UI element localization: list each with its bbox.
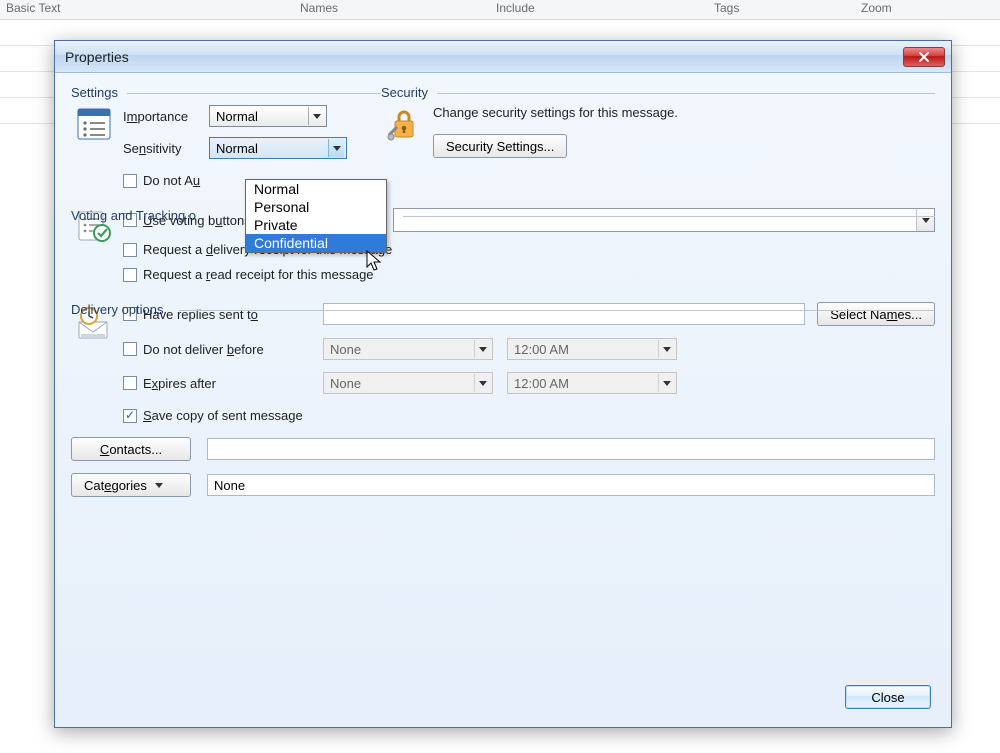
contacts-input[interactable] [207,438,935,460]
chevron-down-icon [658,340,674,358]
not-before-date-combo[interactable]: None [323,338,493,360]
replies-label: Have replies sent to [143,307,323,322]
not-before-checkbox[interactable] [123,342,137,356]
security-group-label: Security [381,85,432,100]
chevron-down-icon [155,483,163,488]
chevron-down-icon [328,139,344,157]
autoarchive-checkbox[interactable] [123,174,137,188]
window-close-button[interactable] [903,47,945,67]
delivery-group-label: Delivery options [71,302,168,317]
chevron-down-icon [474,374,490,392]
ribbon-label-names: Names [300,1,338,15]
not-before-time-combo[interactable]: 12:00 AM [507,338,677,360]
importance-label: Importance [123,109,209,124]
properties-dialog: Properties Settings [54,40,952,728]
sensitivity-option-personal[interactable]: Personal [246,198,386,216]
security-settings-button[interactable]: Security Settings... [433,134,567,158]
security-description: Change security settings for this messag… [433,105,935,120]
ribbon-group-labels: Basic Text Names Include Tags Zoom [0,0,1000,20]
close-icon [918,51,930,63]
save-copy-label: Save copy of sent message [143,408,303,423]
sensitivity-label: Sensitivity [123,141,209,156]
expires-label: Expires after [143,376,323,391]
read-receipt-label: Request a read receipt for this message [143,267,374,282]
autoarchive-label: Do not Au [143,173,200,188]
select-names-button[interactable]: Select Names... [817,302,935,326]
contacts-button[interactable]: Contacts... [71,437,191,461]
categories-input[interactable]: None [207,474,935,496]
sensitivity-option-confidential[interactable]: Confidential [246,234,386,252]
ribbon-label-zoom: Zoom [861,1,892,15]
expires-date-combo[interactable]: None [323,372,493,394]
settings-icon [75,107,113,143]
save-copy-checkbox[interactable] [123,409,137,423]
importance-combo[interactable]: Normal [209,105,327,127]
ribbon-label-basic-text: Basic Text [6,1,60,15]
lock-icon [385,107,423,143]
ribbon-label-tags: Tags [714,1,739,15]
close-button[interactable]: Close [845,685,931,709]
ribbon-label-include: Include [496,1,535,15]
settings-group-label: Settings [71,85,122,100]
voting-buttons-combo[interactable] [393,208,935,232]
chevron-down-icon [658,374,674,392]
voting-group-label: Voting and Tracking o [71,208,200,223]
sensitivity-option-normal[interactable]: Normal [246,180,386,198]
sensitivity-combo[interactable]: Normal [209,137,347,159]
chevron-down-icon [916,209,934,231]
not-before-label: Do not deliver before [143,342,323,357]
dialog-title: Properties [65,49,903,65]
expires-checkbox[interactable] [123,376,137,390]
replies-input[interactable] [323,303,805,325]
sensitivity-option-private[interactable]: Private [246,216,386,234]
read-receipt-checkbox[interactable] [123,268,137,282]
expires-time-combo[interactable]: 12:00 AM [507,372,677,394]
sensitivity-dropdown-list[interactable]: Normal Personal Private Confidential [245,179,387,253]
delivery-receipt-checkbox[interactable] [123,243,137,257]
chevron-down-icon [308,107,324,125]
chevron-down-icon [474,340,490,358]
dialog-titlebar[interactable]: Properties [55,41,951,73]
categories-button[interactable]: Categories [71,473,191,497]
